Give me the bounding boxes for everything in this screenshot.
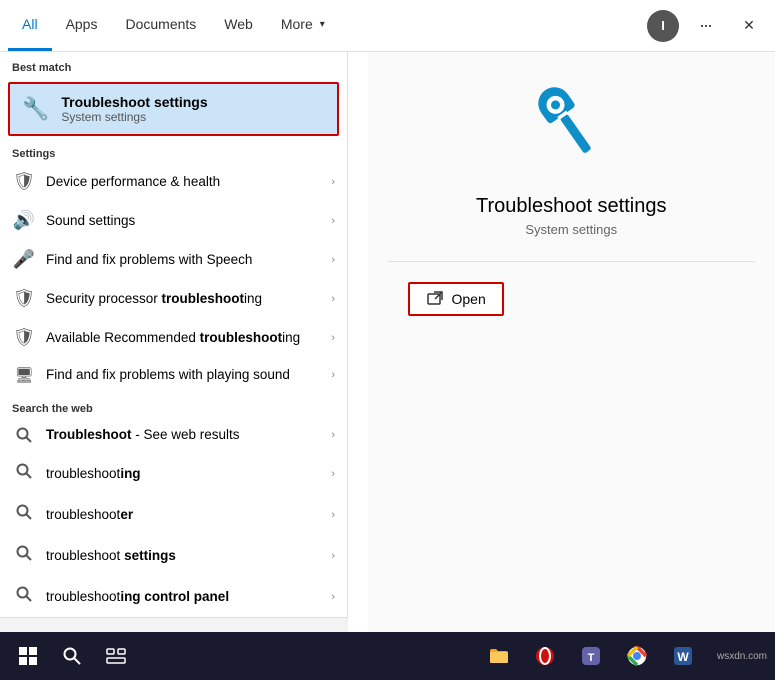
svg-text:T: T [588, 652, 595, 664]
tab-more[interactable]: More ▾ [267, 0, 339, 51]
search-icon [12, 426, 36, 444]
taskbar-search-icon [62, 646, 82, 666]
opera-icon [534, 645, 556, 667]
folder-icon [488, 645, 510, 667]
item-text: Security processor troubleshooting [46, 290, 321, 308]
tab-all[interactable]: All [8, 0, 52, 51]
security-icon: 🛡 [12, 288, 36, 309]
ellipsis-button[interactable]: ··· [687, 8, 723, 44]
item-text: Sound settings [46, 212, 321, 230]
top-nav: All Apps Documents Web More ▾ I ··· ✕ [0, 0, 775, 52]
sound-icon: 🔊 [12, 210, 36, 231]
file-explorer-button[interactable] [479, 636, 519, 676]
item-text: Available Recommended troubleshooting [46, 329, 321, 347]
chrome-icon [626, 645, 648, 667]
chevron-right-icon: › [331, 429, 335, 441]
list-item[interactable]: 🛡 Available Recommended troubleshooting … [0, 318, 347, 357]
right-panel: Troubleshoot settings System settings Op… [368, 52, 775, 632]
search-icon [12, 585, 36, 608]
task-view-icon [105, 645, 127, 667]
item-text: Find and fix problems with playing sound [46, 366, 321, 384]
shield-icon: 🛡 [12, 171, 36, 192]
chevron-right-icon: › [331, 215, 335, 227]
open-button[interactable]: Open [408, 282, 504, 316]
web-section-label: Search the web [0, 393, 347, 417]
tab-web[interactable]: Web [210, 0, 267, 51]
chevron-right-icon: › [331, 591, 335, 603]
item-text: Device performance & health [46, 173, 321, 191]
chevron-right-icon: › [331, 293, 335, 305]
list-item[interactable]: 🛡 Security processor troubleshooting › [0, 279, 347, 318]
chevron-right-icon: › [331, 254, 335, 266]
word-icon: W [672, 645, 694, 667]
tab-apps[interactable]: Apps [52, 0, 112, 51]
main-content: Best match 🔧 Troubleshoot settings Syste… [0, 52, 775, 632]
task-view-button[interactable] [96, 636, 136, 676]
list-item[interactable]: 🔊 Sound settings › [0, 201, 347, 240]
search-icon [12, 503, 36, 526]
open-icon [426, 290, 444, 308]
best-match-title: Troubleshoot settings [61, 94, 207, 110]
best-match-label: Best match [0, 52, 347, 78]
taskbar-right: T W wsxdn.com [479, 636, 767, 676]
item-text: troubleshooting [46, 465, 321, 483]
chevron-right-icon: › [331, 468, 335, 480]
taskbar-search-button[interactable] [52, 636, 92, 676]
divider [388, 261, 756, 262]
chevron-right-icon: › [331, 369, 335, 381]
chevron-right-icon: › [331, 550, 335, 562]
best-match-subtitle: System settings [61, 110, 207, 124]
taskbar: T W wsxdn.com [0, 632, 775, 680]
item-text: Troubleshoot - See web results [46, 426, 321, 444]
nav-right: I ··· ✕ [647, 8, 767, 44]
svg-text:W: W [677, 650, 689, 664]
best-match-item[interactable]: 🔧 Troubleshoot settings System settings [8, 82, 339, 136]
chevron-right-icon: › [331, 176, 335, 188]
chevron-right-icon: › [331, 332, 335, 344]
web-search-item[interactable]: troubleshooting › [0, 453, 347, 494]
item-text: Find and fix problems with Speech [46, 251, 321, 269]
left-panel-wrapper: Best match 🔧 Troubleshoot settings Syste… [0, 52, 368, 632]
wrench-icon: 🔧 [22, 96, 49, 122]
web-search-item[interactable]: troubleshooting control panel › [0, 576, 347, 617]
right-subtitle: System settings [525, 222, 617, 237]
start-button[interactable] [8, 636, 48, 676]
recommended-icon: 🛡 [12, 327, 36, 348]
opera-button[interactable] [525, 636, 565, 676]
best-match-text: Troubleshoot settings System settings [61, 94, 207, 124]
search-icon [12, 462, 36, 485]
tab-documents[interactable]: Documents [111, 0, 210, 51]
search-icon [12, 544, 36, 567]
chrome-button[interactable] [617, 636, 657, 676]
wrench-illustration [526, 82, 616, 177]
item-text: troubleshooter [46, 506, 321, 524]
word-button[interactable]: W [663, 636, 703, 676]
web-search-item[interactable]: Troubleshoot - See web results › [0, 417, 347, 453]
teams-icon: T [580, 645, 602, 667]
chevron-right-icon: › [331, 509, 335, 521]
audio-icon: 🖥 [12, 366, 36, 384]
list-item[interactable]: 🖥 Find and fix problems with playing sou… [0, 357, 347, 393]
watermark: wsxdn.com [709, 651, 767, 662]
settings-label: Settings [0, 140, 347, 162]
item-text: troubleshooting control panel [46, 588, 321, 606]
search-bar [0, 617, 348, 632]
avatar[interactable]: I [647, 10, 679, 42]
item-text: troubleshoot settings [46, 547, 321, 565]
left-panel: Best match 🔧 Troubleshoot settings Syste… [0, 52, 348, 617]
web-search-item[interactable]: troubleshooter › [0, 494, 347, 535]
teams-button[interactable]: T [571, 636, 611, 676]
list-item[interactable]: 🎤 Find and fix problems with Speech › [0, 240, 347, 279]
web-search-item[interactable]: troubleshoot settings › [0, 535, 347, 576]
close-button[interactable]: ✕ [731, 8, 767, 44]
windows-icon [18, 646, 38, 666]
chevron-down-icon: ▾ [320, 19, 325, 30]
list-item[interactable]: 🛡 Device performance & health › [0, 162, 347, 201]
mic-icon: 🎤 [12, 249, 36, 270]
right-title: Troubleshoot settings [476, 195, 666, 218]
